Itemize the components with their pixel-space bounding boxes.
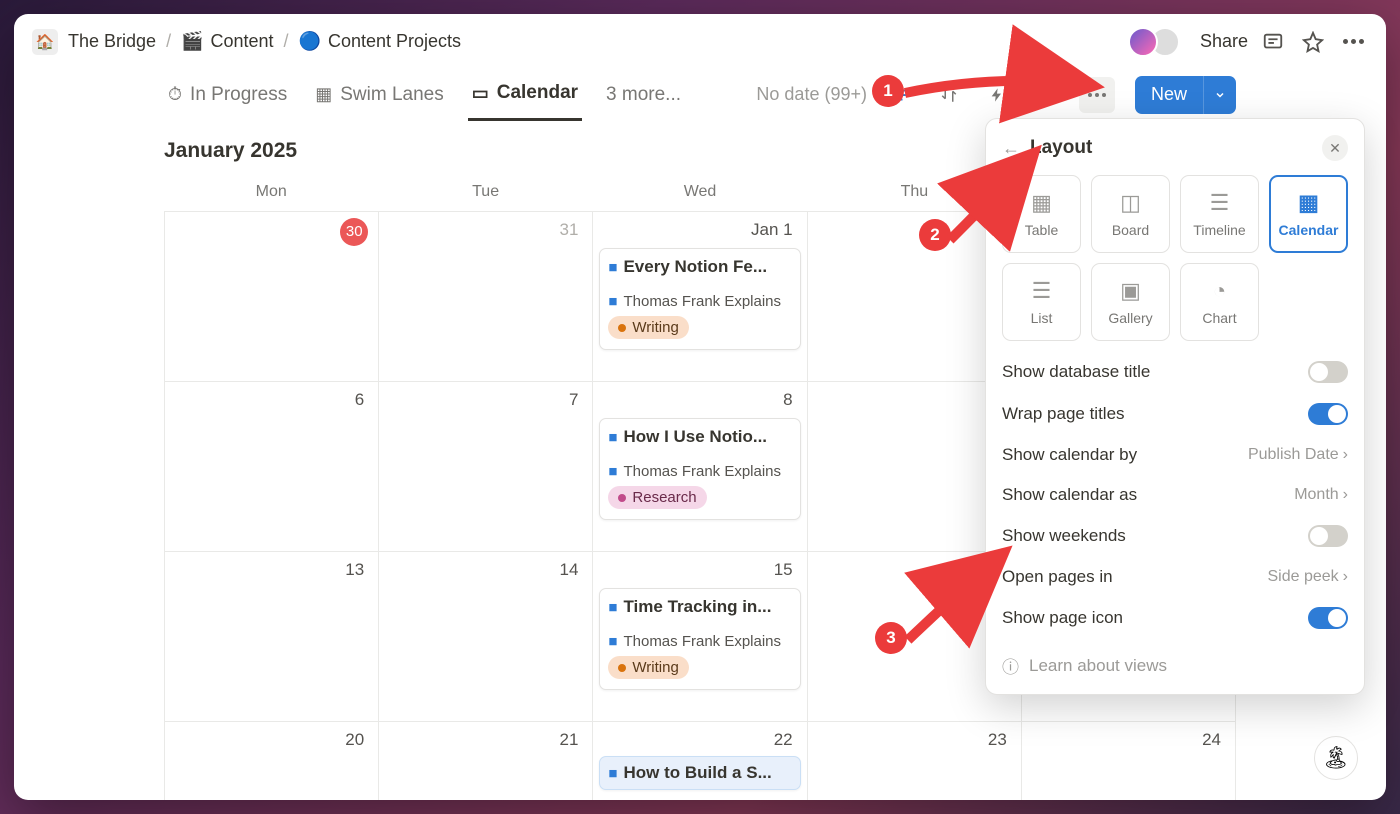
opt-open-pages-in[interactable]: Open pages inSide peek ›	[1002, 557, 1348, 597]
event-card[interactable]: ■How to Build a S...	[599, 756, 800, 790]
star-icon[interactable]	[1298, 27, 1328, 57]
video-icon: ■	[608, 429, 617, 446]
event-card[interactable]: ■Time Tracking in... ■Thomas Frank Expla…	[599, 588, 800, 690]
comments-icon[interactable]	[1258, 27, 1288, 57]
arrow-3	[900, 540, 1020, 650]
toggle-wrap[interactable]	[1308, 403, 1348, 425]
video-icon: ■	[608, 599, 617, 616]
share-button[interactable]: Share	[1200, 31, 1248, 52]
cal-cell[interactable]: 20	[164, 721, 378, 800]
dow-wed: Wed	[593, 173, 807, 211]
cal-cell[interactable]: 15 ■Time Tracking in... ■Thomas Frank Ex…	[592, 551, 806, 721]
breadcrumb-leaf[interactable]: 🔵Content Projects	[299, 31, 462, 52]
annotation-3: 3	[875, 622, 907, 654]
chevron-right-icon: ›	[1343, 568, 1348, 586]
opt-show-db-title[interactable]: Show database title	[1002, 351, 1348, 393]
breadcrumb-content[interactable]: 🎬Content	[181, 31, 273, 52]
gauge-icon: 🔵	[299, 31, 321, 52]
presence-avatars[interactable]	[1128, 27, 1180, 57]
new-button[interactable]: New	[1135, 76, 1236, 114]
cal-cell[interactable]: 24	[1021, 721, 1236, 800]
chevron-right-icon: ›	[1343, 446, 1348, 464]
tag-writing: Writing	[608, 656, 688, 679]
calendar-icon: ▦	[1298, 190, 1319, 216]
annotation-2: 2	[919, 219, 951, 251]
home-icon[interactable]: 🏠	[32, 29, 58, 55]
annotation-1: 1	[872, 75, 904, 107]
clock-icon: ⏱	[168, 84, 182, 105]
timeline-icon: ☰	[1210, 190, 1230, 216]
popover-title: Layout	[1030, 137, 1312, 159]
board-icon: ◫	[1120, 190, 1141, 216]
grid-icon: ▦	[315, 84, 332, 105]
tab-calendar[interactable]: ▭Calendar	[468, 69, 582, 121]
opt-calendar-by[interactable]: Show calendar byPublish Date ›	[1002, 435, 1348, 475]
event-card[interactable]: ■Every Notion Fe... ■Thomas Frank Explai…	[599, 248, 800, 350]
clapper-icon: 🎬	[181, 31, 203, 52]
arrow-1	[900, 68, 1110, 118]
cal-cell[interactable]: 7	[378, 381, 592, 551]
today-badge: 30	[340, 218, 368, 246]
learn-about-views[interactable]: ⓘLearn about views	[1002, 639, 1348, 678]
cal-cell[interactable]: 13	[164, 551, 378, 721]
cal-cell[interactable]: 14	[378, 551, 592, 721]
tab-in-progress[interactable]: ⏱In Progress	[164, 69, 291, 121]
layout-gallery[interactable]: ▣Gallery	[1091, 263, 1170, 341]
toggle-weekends[interactable]	[1308, 525, 1348, 547]
cal-cell[interactable]: 31	[378, 211, 592, 381]
help-icon: ⓘ	[1002, 653, 1019, 678]
holiday-icon[interactable]: 🏝	[1314, 736, 1358, 780]
cal-cell[interactable]: 8 ■How I Use Notio... ■Thomas Frank Expl…	[592, 381, 806, 551]
cal-cell[interactable]: 6	[164, 381, 378, 551]
opt-show-weekends[interactable]: Show weekends	[1002, 515, 1348, 557]
chevron-right-icon: ›	[1343, 486, 1348, 504]
new-button-dropdown[interactable]	[1203, 76, 1236, 114]
dow-mon: Mon	[164, 173, 378, 211]
video-icon: ■	[608, 463, 617, 480]
cal-cell[interactable]: Jan 1 ■Every Notion Fe... ■Thomas Frank …	[592, 211, 806, 381]
opt-show-page-icon[interactable]: Show page icon	[1002, 597, 1348, 639]
calendar-icon: ▭	[472, 83, 489, 104]
avatar	[1128, 27, 1158, 57]
dow-tue: Tue	[378, 173, 592, 211]
breadcrumb-root[interactable]: The Bridge	[68, 31, 156, 52]
close-icon[interactable]: ✕	[1322, 135, 1348, 161]
layout-timeline[interactable]: ☰Timeline	[1180, 175, 1259, 253]
opt-calendar-as[interactable]: Show calendar asMonth ›	[1002, 475, 1348, 515]
no-date-button[interactable]: No date (99+)	[756, 84, 867, 105]
toggle-page-icon[interactable]	[1308, 607, 1348, 629]
layout-chart[interactable]: ◔Chart	[1180, 263, 1259, 341]
tag-research: Research	[608, 486, 706, 509]
cal-cell[interactable]: 22 ■How to Build a S...	[592, 721, 806, 800]
topbar: 🏠 The Bridge / 🎬Content / 🔵Content Proje…	[14, 14, 1386, 69]
layout-calendar[interactable]: ▦Calendar	[1269, 175, 1348, 253]
tab-more[interactable]: 3 more...	[602, 69, 685, 121]
chart-icon: ◔	[1213, 278, 1226, 304]
cal-cell[interactable]: 21	[378, 721, 592, 800]
tab-swim-lanes[interactable]: ▦Swim Lanes	[311, 69, 448, 121]
page-more-icon[interactable]	[1338, 27, 1368, 57]
event-card[interactable]: ■How I Use Notio... ■Thomas Frank Explai…	[599, 418, 800, 520]
new-button-label[interactable]: New	[1135, 76, 1203, 114]
gallery-icon: ▣	[1120, 278, 1141, 304]
cal-cell[interactable]: 23	[807, 721, 1021, 800]
toggle-db-title[interactable]	[1308, 361, 1348, 383]
cal-cell[interactable]: 30	[164, 211, 378, 381]
breadcrumb-sep: /	[284, 31, 289, 52]
layout-board[interactable]: ◫Board	[1091, 175, 1170, 253]
breadcrumb-sep: /	[166, 31, 171, 52]
opt-wrap-titles[interactable]: Wrap page titles	[1002, 393, 1348, 435]
tag-writing: Writing	[608, 316, 688, 339]
month-label: January 2025	[164, 139, 297, 163]
layout-list[interactable]: ☰List	[1002, 263, 1081, 341]
video-icon: ■	[608, 765, 617, 782]
video-icon: ■	[608, 293, 617, 310]
video-icon: ■	[608, 633, 617, 650]
list-icon: ☰	[1032, 278, 1052, 304]
arrow-2	[940, 140, 1050, 250]
view-bar: ⏱In Progress ▦Swim Lanes ▭Calendar 3 mor…	[14, 69, 1386, 121]
video-icon: ■	[608, 259, 617, 276]
